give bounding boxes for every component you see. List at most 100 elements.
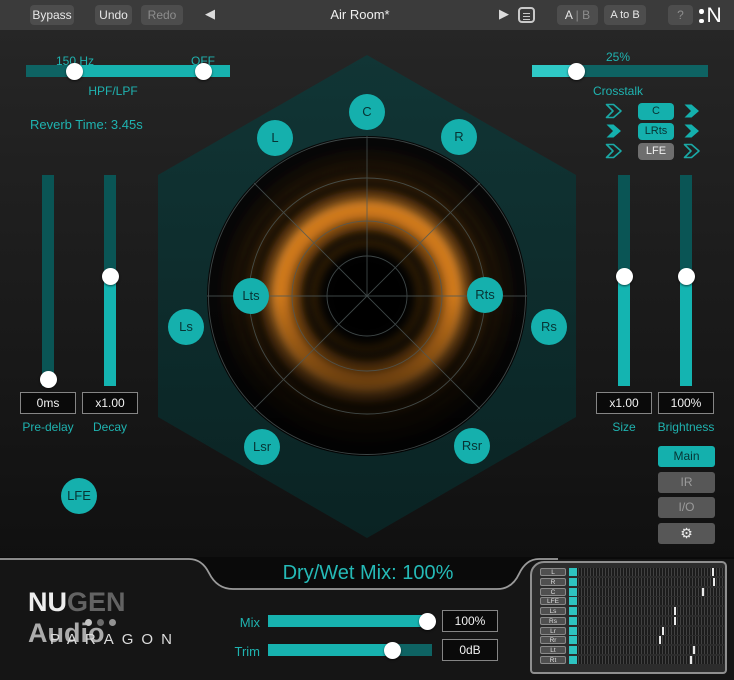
meter-scale [569,646,724,654]
meter-channel-label: Rt [540,655,566,664]
size-value[interactable]: x1.00 [596,392,652,414]
view-tab-main[interactable]: Main [658,446,715,467]
meter-level-bar [569,616,577,625]
meter-level-bar [569,626,577,635]
bypass-button[interactable]: Bypass [30,5,74,25]
meter-channel-label: C [540,587,566,596]
decay-value[interactable]: x1.00 [82,392,138,414]
meter-peak-marker [689,655,692,664]
mix-slider[interactable] [268,615,432,627]
meter-peak-marker [693,646,695,654]
meter-channel-label: Ls [540,607,566,615]
meter-channel-label: Lt [540,646,566,654]
crosstalk-slider[interactable] [532,65,708,77]
view-tab-ir[interactable]: IR [658,472,715,493]
trim-label: Trim [234,644,260,659]
meter-level-bar [569,646,577,654]
meter-peak-marker [711,568,714,576]
settings-button[interactable]: ⚙ [658,523,715,544]
node-c[interactable]: C [349,94,385,130]
routing-row-lfe: LFE [605,143,705,160]
undo-button[interactable]: Undo [95,5,132,25]
top-toolbar: Bypass Undo Redo ◀ Air Room* ▶ A | B A t… [0,0,734,30]
previous-preset-icon[interactable]: ◀ [205,7,215,22]
meter-peak-marker [713,577,716,586]
routing-button-lrts[interactable]: LRts [638,123,674,140]
view-tab-io[interactable]: I/O [658,497,715,518]
node-ls[interactable]: Ls [168,309,204,345]
meter-channel-label: LFE [540,597,566,606]
nugen-logo: N [699,4,722,28]
routing-row-lrts: LRts [605,123,705,140]
meter-scale [569,636,724,645]
decay-handle[interactable] [102,267,119,285]
meter-row-rt: Rt [532,655,725,664]
meter-row-lr: Lr [532,626,725,635]
reverb-time-label: Reverb Time: 3.45s [30,117,143,132]
decay-label: Decay [92,420,127,434]
next-preset-icon[interactable]: ▶ [499,7,509,22]
brightness-value[interactable]: 100% [658,392,714,414]
meter-peak-marker [674,607,677,615]
mix-value[interactable]: 100% [442,610,498,632]
bottom-panel: Dry/Wet Mix: 100% NUGEN Audio PARAGON Mi… [0,557,734,680]
meter-scale [569,568,724,576]
help-button[interactable]: ? [668,5,693,25]
meter-peak-marker [702,587,705,596]
meter-channel-label: L [540,568,566,576]
lpf-handle[interactable] [194,63,212,80]
trim-slider[interactable] [268,644,432,656]
node-lfe[interactable]: LFE [61,478,97,514]
meter-scale [569,577,724,586]
crosstalk-routing: C LRts LFE [605,103,705,163]
node-lsr[interactable]: Lsr [244,429,280,465]
meter-peak-marker [674,616,677,625]
meter-level-bar [569,607,577,615]
dry-wet-mix-readout: Dry/Wet Mix: 100% [282,562,454,584]
meter-peak-marker [658,636,661,645]
level-meters-panel: L R C LFE Ls Rs Lr Rr Lt Rt [530,561,727,674]
crosstalk-handle[interactable] [567,63,585,80]
node-lts[interactable]: Lts [233,278,269,314]
meter-row-rs: Rs [532,616,725,625]
size-handle[interactable] [616,267,633,285]
meter-channel-label: R [540,577,566,586]
brightness-handle[interactable] [678,267,695,285]
node-l[interactable]: L [257,120,293,156]
routing-row-c: C [605,103,705,120]
node-rsr[interactable]: Rsr [454,428,490,464]
mix-handle[interactable] [418,613,436,630]
preset-list-icon[interactable] [518,7,535,23]
meter-row-r: R [532,577,725,586]
meter-row-ls: Ls [532,607,725,615]
meter-level-bar [569,597,577,606]
meter-level-bar [569,568,577,576]
brightness-label: Brightness [657,420,715,434]
node-r[interactable]: R [441,119,477,155]
meter-level-bar [569,587,577,596]
paragon-plugin-window: Bypass Undo Redo ◀ Air Room* ▶ A | B A t… [0,0,734,680]
meter-level-bar [569,655,577,664]
routing-button-c[interactable]: C [638,103,674,120]
node-rts[interactable]: Rts [467,277,503,313]
crosstalk-value-label: 25% [605,50,631,64]
redo-button[interactable]: Redo [141,5,183,25]
meter-level-bar [569,577,577,586]
meter-row-l: L [532,568,725,576]
meter-scale [569,655,724,664]
a-to-b-button[interactable]: A to B [604,5,646,25]
trim-value[interactable]: 0dB [442,639,498,661]
routing-button-lfe[interactable]: LFE [638,143,674,160]
crosstalk-label: Crosstalk [592,84,643,98]
product-name: PARAGON [50,631,180,648]
brand-dots-icon [85,619,116,626]
meter-scale [569,587,724,596]
ab-toggle-button[interactable]: A | B [557,5,598,25]
node-rs[interactable]: Rs [531,309,567,345]
mix-label: Mix [239,615,260,630]
pre-delay-value[interactable]: 0ms [20,392,76,414]
trim-handle[interactable] [384,642,402,659]
pre-delay-slider[interactable] [42,175,54,386]
meter-row-lt: Lt [532,646,725,654]
meter-scale [569,626,724,635]
